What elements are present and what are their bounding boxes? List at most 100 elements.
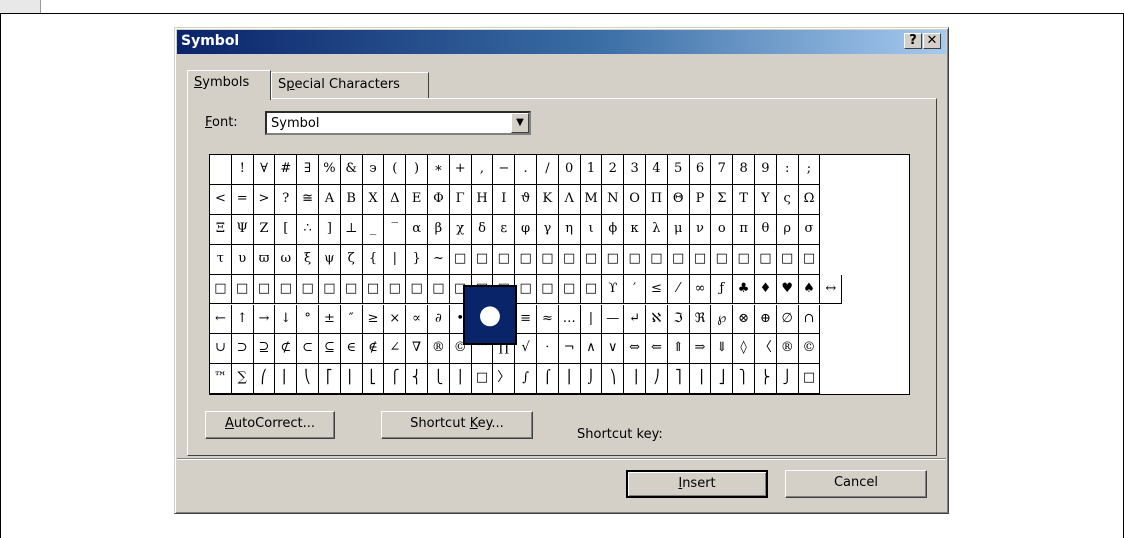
symbol-cell[interactable]: ⊆ [319,334,341,365]
symbol-cell[interactable]: ∩ [798,304,821,335]
symbol-cell[interactable]: σ [798,214,821,245]
symbol-cell[interactable]: □ [667,244,690,275]
symbol-cell[interactable]: ℜ [689,304,712,335]
symbol-cell[interactable]: ♦ [755,274,777,305]
symbol-cell[interactable]: ⊗ [733,304,755,335]
symbol-grid[interactable]: ! ∀ # ∃% & ϶() ∗ +, −./0 1 2 3 4 5 6 7 8 9:; < = >? ≅ Α Β Χ Δ Ε Φ Γ Η… [209,154,910,395]
symbol-cell[interactable]: ⎡ [319,364,341,395]
symbol-cell[interactable]: Ρ [689,184,712,215]
symbol-cell[interactable]: Η [471,184,494,215]
symbol-cell[interactable]: ∫ [515,364,537,395]
symbol-cell[interactable]: ⎤ [667,364,690,395]
symbol-cell[interactable]: ⎩ [428,364,450,395]
symbol-cell[interactable]: φ [515,214,537,245]
symbol-cell[interactable]: _ [362,214,385,245]
symbol-cell[interactable]: ϕ [602,214,625,245]
symbol-cell[interactable]: ) [406,155,428,185]
symbol-cell[interactable]: Σ [711,184,734,215]
symbol-cell[interactable]: ∃ [297,155,319,185]
symbol-cell[interactable]: Κ [537,184,559,215]
symbol-cell[interactable]: □ [362,274,385,305]
symbol-cell[interactable]: ⎥ [689,364,712,395]
symbol-cell[interactable]: = [231,184,254,215]
symbol-cell[interactable]: ⎛ [253,364,276,395]
symbol-cell[interactable]: ∀ [253,155,276,185]
symbol-cell[interactable]: | [580,304,603,335]
symbol-cell[interactable]: τ [210,244,232,275]
autocorrect-button[interactable]: AutoCorrect... [205,411,335,439]
symbol-cell[interactable]: ⎬ [755,364,777,395]
symbol-cell[interactable]: 7 [711,155,734,185]
symbol-cell[interactable]: ϶ [362,155,385,185]
symbol-cell[interactable]: 4 [646,155,668,185]
symbol-cell[interactable]: θ [755,214,777,245]
symbol-cell[interactable]: □ [340,274,363,305]
symbol-cell[interactable]: Ν [602,184,625,215]
symbol-cell[interactable]: Χ [362,184,385,215]
symbol-cell[interactable]: ∠ [384,334,407,365]
symbol-cell[interactable]: ∝ [406,304,428,335]
symbol-cell[interactable]: ∇ [406,334,428,365]
symbol-cell[interactable] [210,155,232,185]
symbol-cell[interactable]: ⌠ [537,364,559,395]
symbol-cell[interactable]: ⎭ [776,364,799,395]
symbol-cell[interactable]: λ [646,214,668,245]
symbol-cell[interactable]: − [493,155,516,185]
symbol-cell[interactable]: ⌡ [580,364,603,395]
symbol-cell[interactable]: 3 [624,155,646,185]
symbol-cell[interactable]: Ο [624,184,646,215]
symbol-cell[interactable]: + [449,155,472,185]
symbol-cell[interactable]: □ [406,274,428,305]
tab-symbols[interactable]: Symbols [187,70,271,100]
symbol-cell[interactable]: Ε [406,184,428,215]
symbol-cell[interactable]: ″ [340,304,363,335]
font-dropdown-button[interactable]: ▼ [511,113,529,133]
symbol-cell[interactable]: ( [384,155,407,185]
symbol-cell[interactable]: ∈ [340,334,363,365]
symbol-cell[interactable]: 2 [602,155,625,185]
symbol-cell[interactable]: ] [319,214,341,245]
symbol-cell[interactable]: 5 [667,155,690,185]
symbol-cell[interactable]: □ [646,244,668,275]
symbol-cell[interactable]: ϒ [602,274,625,305]
symbol-cell[interactable]: ϑ [515,184,537,215]
symbol-cell[interactable]: ↑ [231,304,254,335]
symbol-cell[interactable]: & [340,155,363,185]
symbol-cell[interactable]: ◊ [733,334,755,365]
symbol-cell[interactable]: ⁄ [667,274,690,305]
cancel-button[interactable]: Cancel [785,470,927,498]
symbol-cell[interactable]: | [384,244,407,275]
symbol-cell[interactable]: ♠ [798,274,821,305]
symbol-cell[interactable]: ⇒ [689,334,712,365]
symbol-cell[interactable]: □ [558,274,581,305]
symbol-cell[interactable]: × [384,304,407,335]
symbol-cell[interactable]: ~ [428,244,450,275]
symbol-cell[interactable]: Α [319,184,341,215]
symbol-cell[interactable]: π [733,214,755,245]
symbol-cell[interactable]: □ [798,244,821,275]
symbol-cell[interactable]: ⎮ [558,364,581,395]
symbol-cell[interactable]: 6 [689,155,712,185]
symbol-cell[interactable]: β [428,214,450,245]
symbol-cell[interactable]: ° [297,304,319,335]
symbol-cell[interactable]: ↵ [624,304,646,335]
symbol-cell[interactable]: ω [275,244,298,275]
symbol-cell[interactable]: ⎪ [449,364,472,395]
symbol-cell[interactable]: } [406,244,428,275]
symbol-cell[interactable]: Π [646,184,668,215]
symbol-cell[interactable]: □ [471,364,494,395]
symbol-cell[interactable]: ↔ [820,274,843,305]
symbol-cell[interactable]: Ζ [253,214,276,245]
symbol-cell[interactable]: υ [231,244,254,275]
symbol-cell[interactable]: ↓ [275,304,298,335]
symbol-cell[interactable]: □ [733,244,755,275]
symbol-cell[interactable]: ⎝ [297,364,319,395]
symbol-cell[interactable]: ∪ [210,334,232,365]
symbol-cell[interactable]: Υ [755,184,777,215]
symbol-cell[interactable]: ζ [340,244,363,275]
symbol-cell[interactable]: □ [558,244,581,275]
symbol-cell[interactable]: □ [319,274,341,305]
symbol-cell[interactable]: ⇔ [624,334,646,365]
symbol-cell[interactable]: □ [449,244,472,275]
symbol-cell[interactable]: ƒ [711,274,734,305]
